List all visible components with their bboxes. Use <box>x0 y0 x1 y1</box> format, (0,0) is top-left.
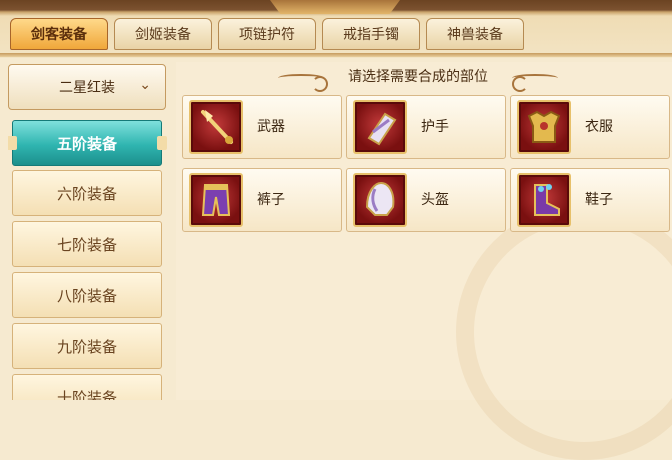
slot-pants[interactable]: 裤子 <box>182 168 342 232</box>
sidebar-item-label: 九阶装备 <box>56 337 117 356</box>
slot-label: 头盔 <box>421 192 449 208</box>
tab-bar-divider <box>0 53 672 57</box>
tab-label: 剑姬装备 <box>135 27 191 43</box>
section-heading: 请选择需要合成的部位 <box>278 66 558 92</box>
grade-dropdown[interactable]: 二星红装 ⌄ <box>8 64 166 110</box>
armor-icon <box>517 100 571 154</box>
tab-label: 项链护符 <box>239 27 295 43</box>
boots-icon <box>517 173 571 227</box>
tier-sidebar: 二星红装 ⌄ 五阶装备 六阶装备 七阶装备 八阶装备 九阶装备 十阶装备 <box>8 64 168 400</box>
gauntlet-icon <box>353 100 407 154</box>
slot-label: 鞋子 <box>585 192 613 208</box>
tab-swordswoman-equipment[interactable]: 剑姬装备 <box>114 18 212 50</box>
tab-swordsman-equipment[interactable]: 剑客装备 <box>10 18 108 50</box>
sidebar-item-tier-5[interactable]: 五阶装备 <box>8 120 167 166</box>
chevron-down-icon: ⌄ <box>139 77 151 93</box>
tab-label: 剑客装备 <box>31 27 87 43</box>
sidebar-item-label: 十阶装备 <box>56 388 117 401</box>
tab-label: 戒指手镯 <box>343 27 399 43</box>
tab-ring-bracelet[interactable]: 戒指手镯 <box>322 18 420 50</box>
heading-ornament-right <box>512 74 558 92</box>
sidebar-item-label: 七阶装备 <box>56 235 117 254</box>
tab-necklace-amulet[interactable]: 项链护符 <box>218 18 316 50</box>
sidebar-item-tier-8[interactable]: 八阶装备 <box>12 272 162 318</box>
heading-ornament-left <box>278 74 328 92</box>
slot-label: 衣服 <box>585 119 613 135</box>
top-ornament <box>270 0 400 14</box>
helmet-icon <box>353 173 407 227</box>
pants-icon <box>189 173 243 227</box>
grade-dropdown-value: 二星红装 <box>59 80 115 96</box>
sidebar-item-label: 六阶装备 <box>56 184 117 203</box>
heading-text: 请选择需要合成的部位 <box>348 69 488 85</box>
sidebar-item-tier-6[interactable]: 六阶装备 <box>12 170 162 216</box>
slot-boots[interactable]: 鞋子 <box>510 168 670 232</box>
tab-label: 神兽装备 <box>447 27 503 43</box>
sidebar-item-tier-9[interactable]: 九阶装备 <box>12 323 162 369</box>
tab-divine-beast-equipment[interactable]: 神兽装备 <box>426 18 524 50</box>
sidebar-item-tier-10[interactable]: 十阶装备 <box>12 374 162 400</box>
slot-label: 护手 <box>421 119 449 135</box>
slot-weapon[interactable]: 武器 <box>182 95 342 159</box>
sidebar-item-label: 五阶装备 <box>56 134 117 153</box>
slot-gauntlet[interactable]: 护手 <box>346 95 506 159</box>
scroll-curl-icon <box>312 76 328 92</box>
sidebar-item-tier-7[interactable]: 七阶装备 <box>12 221 162 267</box>
weapon-icon <box>189 100 243 154</box>
slot-label: 裤子 <box>257 192 285 208</box>
slot-label: 武器 <box>257 119 285 135</box>
scroll-curl-icon <box>512 76 528 92</box>
slot-armor[interactable]: 衣服 <box>510 95 670 159</box>
sidebar-item-label: 八阶装备 <box>56 286 117 305</box>
slot-helmet[interactable]: 头盔 <box>346 168 506 232</box>
category-tabs: 剑客装备 剑姬装备 项链护符 戒指手镯 神兽装备 <box>10 18 524 52</box>
